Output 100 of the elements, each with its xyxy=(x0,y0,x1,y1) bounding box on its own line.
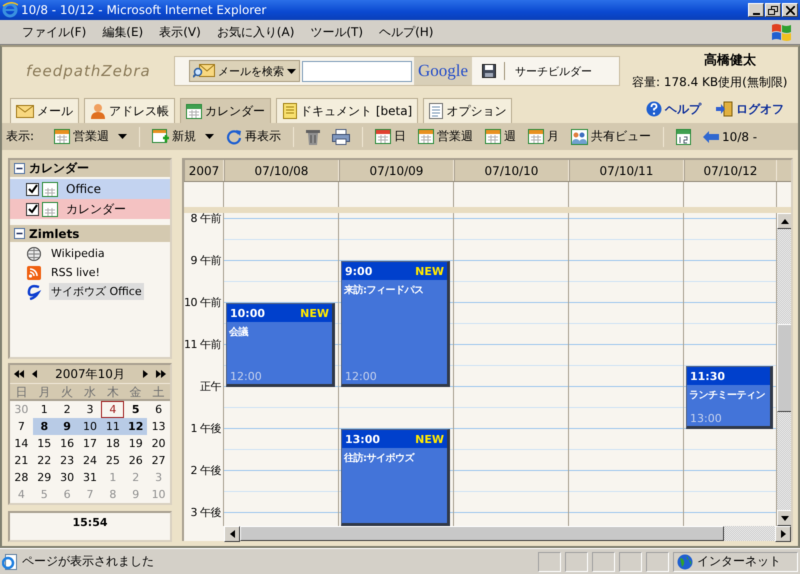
day-cell[interactable]: 7 xyxy=(10,418,33,435)
day-cell[interactable]: 28 xyxy=(10,469,33,486)
logoff-link[interactable]: ログオフ xyxy=(715,100,784,118)
notebook-icon xyxy=(282,103,297,119)
weekday-label: 金 xyxy=(128,384,143,401)
minimize-button[interactable] xyxy=(748,3,764,17)
zimlet-item[interactable]: Wikipedia xyxy=(49,246,107,261)
day-cell[interactable]: 1 xyxy=(32,401,56,418)
day-cell[interactable]: 19 xyxy=(124,435,148,452)
day-cell[interactable]: 27 xyxy=(147,452,170,469)
day-cell[interactable]: 26 xyxy=(124,452,148,469)
calendar-icon xyxy=(676,128,692,144)
close-icon xyxy=(786,6,794,14)
toolbar-dropdown[interactable]: 営業週 xyxy=(48,126,134,148)
toolbar-button[interactable]: 10/8 - xyxy=(697,126,764,148)
toolbar-button[interactable]: 週 xyxy=(479,126,522,148)
previous-year-button[interactable] xyxy=(14,370,24,378)
calendar-name: カレンダー xyxy=(66,200,126,218)
day-cell[interactable]: 11 xyxy=(101,418,124,435)
google-search-button[interactable]: Google xyxy=(414,57,472,85)
scroll-down-icon xyxy=(781,516,789,520)
menu-item[interactable]: お気に入り(A) xyxy=(208,24,302,40)
day-cell[interactable]: 14 xyxy=(10,435,33,452)
zimlet-item[interactable]: サイボウズ Office xyxy=(49,283,144,300)
day-cell[interactable]: 18 xyxy=(101,435,124,452)
save-button[interactable] xyxy=(482,64,496,78)
day-cell[interactable]: 21 xyxy=(10,452,33,469)
checkbox[interactable] xyxy=(26,202,39,216)
day-cell[interactable]: 8 xyxy=(32,418,56,435)
menu-item[interactable]: ツール(T) xyxy=(302,24,372,40)
toolbar-button[interactable]: 日 xyxy=(369,126,412,148)
day-cell[interactable]: 20 xyxy=(147,435,170,452)
day-cell[interactable]: 23 xyxy=(56,452,79,469)
restore-icon xyxy=(768,6,778,14)
day-cell[interactable]: 30 xyxy=(56,469,79,486)
status-panel xyxy=(646,552,669,572)
checkbox[interactable] xyxy=(26,182,39,196)
next-year-button[interactable] xyxy=(156,370,166,378)
event-block[interactable]: 11:30 ランチミーティン 13:00 xyxy=(686,366,773,429)
zimlet-item[interactable]: RSS live! xyxy=(49,265,102,280)
calendar-row[interactable]: Office xyxy=(10,179,170,199)
scroll-thumb[interactable] xyxy=(777,324,791,412)
menu-item[interactable]: 編集(E) xyxy=(94,24,152,40)
tab[interactable]: アドレス帳 xyxy=(84,98,175,123)
event-block[interactable]: 10:00 NEW 会議 12:00 xyxy=(226,303,335,387)
day-cell[interactable]: 4 xyxy=(101,401,124,418)
search-field[interactable] xyxy=(302,60,412,82)
tab[interactable]: オプション xyxy=(423,98,512,123)
previous-month-button[interactable] xyxy=(30,370,40,378)
day-cell[interactable]: 2 xyxy=(56,401,79,418)
event-block[interactable]: 9:00 NEW 来訪:フィードパス 12:00 xyxy=(341,261,450,387)
day-cell[interactable]: 16 xyxy=(56,435,79,452)
restore-button[interactable] xyxy=(765,3,781,17)
toolbar-button[interactable]: 共有ビュー xyxy=(565,126,658,148)
weekday-label: 月 xyxy=(37,384,52,401)
day-cell[interactable]: 5 xyxy=(124,401,148,418)
menu-item[interactable]: ヘルプ(H) xyxy=(371,24,442,40)
day-cell[interactable]: 12 xyxy=(124,418,148,435)
menu-item[interactable]: 表示(V) xyxy=(151,24,209,40)
section-title: カレンダー xyxy=(29,160,89,177)
search-builder-button[interactable]: サーチビルダー xyxy=(513,64,594,78)
hour-label: 8 午前 xyxy=(190,213,222,227)
calendar-icon xyxy=(528,129,544,144)
help-icon xyxy=(646,101,662,117)
day-cell[interactable]: 22 xyxy=(32,452,56,469)
day-cell[interactable]: 15 xyxy=(32,435,56,452)
menu-item[interactable]: ファイル(F) xyxy=(14,24,94,40)
toolbar-button[interactable]: 再表示 xyxy=(220,126,288,148)
day-cell[interactable]: 25 xyxy=(101,452,124,469)
close-button[interactable] xyxy=(782,3,798,17)
day-cell[interactable]: 31 xyxy=(78,469,102,486)
tab[interactable]: メール xyxy=(10,98,79,123)
toolbar-button[interactable]: 営業週 xyxy=(412,126,480,148)
toolbar-dropdown[interactable]: 新規 xyxy=(146,126,220,148)
day-cell[interactable]: 24 xyxy=(78,452,102,469)
next-month-button[interactable] xyxy=(140,370,150,378)
day-cell[interactable]: 13 xyxy=(147,418,170,435)
event-block[interactable]: 13:00 NEW 往訪:サイボウズ xyxy=(341,429,450,526)
event-time: 10:00 xyxy=(230,306,266,320)
collapse-icon[interactable] xyxy=(14,228,25,239)
day-cell[interactable]: 17 xyxy=(78,435,102,452)
calendar-row[interactable]: カレンダー xyxy=(10,199,170,219)
tab[interactable]: ドキュメント [beta] xyxy=(276,98,418,123)
event-end-time: 13:00 xyxy=(689,412,723,426)
exit-door-icon xyxy=(715,101,733,117)
day-cell[interactable]: 6 xyxy=(147,401,170,418)
day-cell[interactable]: 10 xyxy=(78,418,102,435)
rss-icon xyxy=(26,266,42,280)
day-cell[interactable]: 3 xyxy=(78,401,102,418)
vertical-scrollbar[interactable] xyxy=(777,213,791,526)
event-time: 9:00 xyxy=(345,264,372,278)
calendar-name: Office xyxy=(66,182,102,196)
help-link[interactable]: ヘルプ xyxy=(646,100,701,118)
search-scope-dropdown[interactable]: メールを検索 xyxy=(189,60,300,82)
tab[interactable]: カレンダー xyxy=(180,98,271,123)
new-label: NEW xyxy=(300,306,329,320)
collapse-icon[interactable] xyxy=(14,163,25,174)
toolbar-button[interactable]: 月 xyxy=(522,126,566,148)
day-cell[interactable]: 29 xyxy=(32,469,56,486)
day-cell[interactable]: 9 xyxy=(56,418,79,435)
